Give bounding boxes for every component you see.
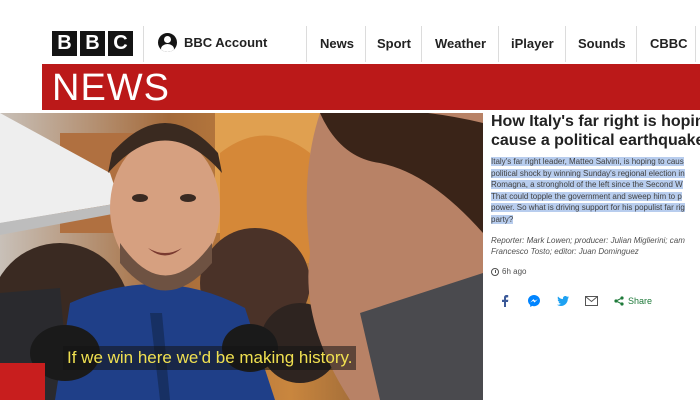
share-label: Share	[628, 295, 653, 306]
nav-weather[interactable]: Weather	[435, 36, 486, 51]
bbc-logo[interactable]: B B C	[52, 31, 133, 56]
share-icon	[614, 295, 624, 306]
nav-news[interactable]: News	[320, 36, 354, 51]
article-headline[interactable]: How Italy's far right is hoping cause a …	[491, 112, 700, 150]
divider	[306, 26, 307, 62]
summary-line: Romagna, a stronghold of the left since …	[491, 180, 683, 190]
clock-icon	[491, 267, 499, 276]
summary-line: power. So what is driving support for hi…	[491, 203, 685, 213]
nav-sport[interactable]: Sport	[377, 36, 411, 51]
twitter-icon[interactable]	[556, 294, 569, 307]
article-summary: Italy's far right leader, Matteo Salvini…	[491, 156, 700, 226]
share-button[interactable]: Share	[614, 296, 652, 306]
summary-line: That could topple the government and swe…	[491, 191, 682, 201]
account-icon	[158, 33, 177, 52]
summary-line: Italy's far right leader, Matteo Salvini…	[491, 157, 684, 166]
divider	[636, 26, 637, 62]
divider	[565, 26, 566, 62]
global-navigation: B B C BBC Account News Sport Weather iPl…	[0, 22, 700, 64]
credits-line: Reporter: Mark Lowen; producer: Julian M…	[491, 236, 685, 245]
share-toolbar: Share	[498, 294, 652, 307]
credits-line: Francesco Tosto; editor: Juan Dominguez	[491, 247, 639, 256]
headline-line: How Italy's far right is hoping	[491, 113, 700, 130]
account-link[interactable]: BBC Account	[158, 33, 267, 52]
divider	[498, 26, 499, 62]
divider	[143, 26, 144, 62]
news-title[interactable]: NEWS	[52, 69, 170, 107]
nav-iplayer[interactable]: iPlayer	[511, 36, 554, 51]
account-label: BBC Account	[184, 35, 268, 50]
summary-line: political shock by winning Sunday's regi…	[491, 168, 685, 178]
news-banner: NEWS	[42, 64, 700, 110]
video-subtitle: If we win here we'd be making history.	[63, 346, 357, 370]
divider	[695, 26, 696, 62]
facebook-icon[interactable]	[498, 294, 511, 307]
nav-sounds[interactable]: Sounds	[578, 36, 626, 51]
article-credits: Reporter: Mark Lowen; producer: Julian M…	[491, 235, 700, 257]
logo-letter: C	[108, 31, 133, 56]
article-timestamp: 6h ago	[491, 267, 526, 276]
divider	[421, 26, 422, 62]
headline-line: cause a political earthquake	[491, 132, 700, 149]
divider	[365, 26, 366, 62]
messenger-icon[interactable]	[527, 294, 540, 307]
nav-cbbc[interactable]: CBBC	[650, 36, 688, 51]
logo-letter: B	[52, 31, 77, 56]
timestamp-text: 6h ago	[502, 267, 527, 276]
email-icon[interactable]	[585, 294, 598, 307]
summary-line: party?	[491, 214, 514, 224]
logo-letter: B	[80, 31, 105, 56]
